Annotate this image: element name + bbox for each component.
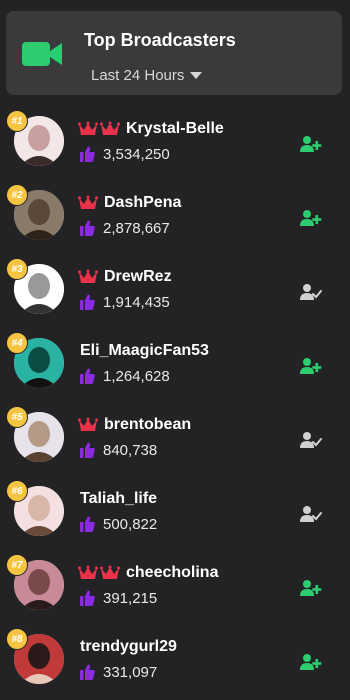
likes-count: 2,878,667 (103, 219, 170, 237)
broadcaster-name[interactable]: DrewRez (104, 268, 172, 286)
thumbs-up-icon (80, 664, 95, 680)
add-user-icon (300, 358, 322, 374)
rank-badge: #5 (6, 406, 28, 428)
crown-icon (78, 195, 98, 209)
header-card: Top Broadcasters Last 24 Hours (6, 11, 342, 95)
crown-icon (78, 417, 98, 431)
likes-count: 500,822 (103, 515, 158, 533)
name-line: brentobean (78, 415, 191, 435)
name-line: DashPena (78, 193, 181, 213)
crown-icon (100, 565, 120, 579)
thumbs-up-icon (80, 294, 95, 310)
name-line: Eli_MaagicFan53 (78, 341, 209, 361)
likes-count: 1,914,435 (103, 293, 170, 311)
likes-line: 1,914,435 (80, 292, 170, 312)
likes-line: 391,215 (80, 588, 157, 608)
broadcaster-name[interactable]: Krystal-Belle (126, 120, 224, 138)
rank-badge: #3 (6, 258, 28, 280)
top-broadcasters-panel: Top Broadcasters Last 24 Hours #1 Krystal… (0, 0, 350, 694)
user-check-icon (300, 506, 322, 522)
broadcaster-name[interactable]: trendygurl29 (80, 638, 177, 656)
name-line: trendygurl29 (78, 637, 177, 657)
thumbs-up-icon (80, 368, 95, 384)
likes-count: 3,534,250 (103, 145, 170, 163)
likes-line: 500,822 (80, 514, 157, 534)
following-button[interactable] (300, 505, 322, 523)
thumbs-up-icon (80, 220, 95, 236)
crown-icon (100, 121, 120, 135)
likes-count: 1,264,628 (103, 367, 170, 385)
follow-button[interactable] (300, 135, 322, 153)
broadcaster-row[interactable]: #5 brentobean 840,738 (0, 404, 350, 478)
follow-button[interactable] (300, 653, 322, 671)
rank-badge: #6 (6, 480, 28, 502)
video-camera-icon (22, 42, 62, 66)
crown-icon (78, 269, 98, 283)
likes-count: 840,738 (103, 441, 158, 459)
thumbs-up-icon (80, 590, 95, 606)
add-user-icon (300, 136, 322, 152)
broadcaster-row[interactable]: #8 trendygurl29 331,097 (0, 626, 350, 700)
likes-count: 331,097 (103, 663, 158, 681)
page-title: Top Broadcasters (84, 30, 236, 50)
rank-badge: #4 (6, 332, 28, 354)
following-button[interactable] (300, 431, 322, 449)
following-button[interactable] (300, 283, 322, 301)
likes-line: 3,534,250 (80, 144, 170, 164)
name-line: cheecholina (78, 563, 218, 583)
likes-count: 391,215 (103, 589, 158, 607)
broadcaster-name[interactable]: Taliah_life (80, 490, 157, 508)
thumbs-up-icon (80, 146, 95, 162)
rank-badge: #2 (6, 184, 28, 206)
name-line: Taliah_life (78, 489, 157, 509)
broadcaster-row[interactable]: #1 Krystal-Belle 3,534,250 (0, 108, 350, 182)
likes-line: 1,264,628 (80, 366, 170, 386)
add-user-icon (300, 580, 322, 596)
rank-badge: #1 (6, 110, 28, 132)
thumbs-up-icon (80, 516, 95, 532)
user-check-icon (300, 284, 322, 300)
likes-line: 2,878,667 (80, 218, 170, 238)
period-label: Last 24 Hours (91, 67, 185, 84)
broadcaster-row[interactable]: #7 cheecholina 391,215 (0, 552, 350, 626)
period-dropdown[interactable]: Last 24 Hours (91, 67, 203, 84)
user-check-icon (300, 432, 322, 448)
thumbs-up-icon (80, 442, 95, 458)
caret-down-icon (190, 71, 203, 79)
likes-line: 840,738 (80, 440, 157, 460)
rank-badge: #8 (6, 628, 28, 650)
broadcaster-name[interactable]: cheecholina (126, 564, 218, 582)
crown-icon (78, 565, 98, 579)
add-user-icon (300, 210, 322, 226)
follow-button[interactable] (300, 357, 322, 375)
broadcaster-name[interactable]: Eli_MaagicFan53 (80, 342, 209, 360)
add-user-icon (300, 654, 322, 670)
likes-line: 331,097 (80, 662, 157, 682)
broadcaster-name[interactable]: brentobean (104, 416, 191, 434)
rank-badge: #7 (6, 554, 28, 576)
name-line: DrewRez (78, 267, 172, 287)
broadcaster-row[interactable]: #3 DrewRez 1,914,435 (0, 256, 350, 330)
crown-icon (78, 121, 98, 135)
follow-button[interactable] (300, 209, 322, 227)
broadcaster-row[interactable]: #4 Eli_MaagicFan53 1,264,628 (0, 330, 350, 404)
broadcaster-row[interactable]: #2 DashPena 2,878,667 (0, 182, 350, 256)
broadcaster-name[interactable]: DashPena (104, 194, 181, 212)
broadcaster-row[interactable]: #6 Taliah_life 500,822 (0, 478, 350, 552)
follow-button[interactable] (300, 579, 322, 597)
name-line: Krystal-Belle (78, 119, 224, 139)
